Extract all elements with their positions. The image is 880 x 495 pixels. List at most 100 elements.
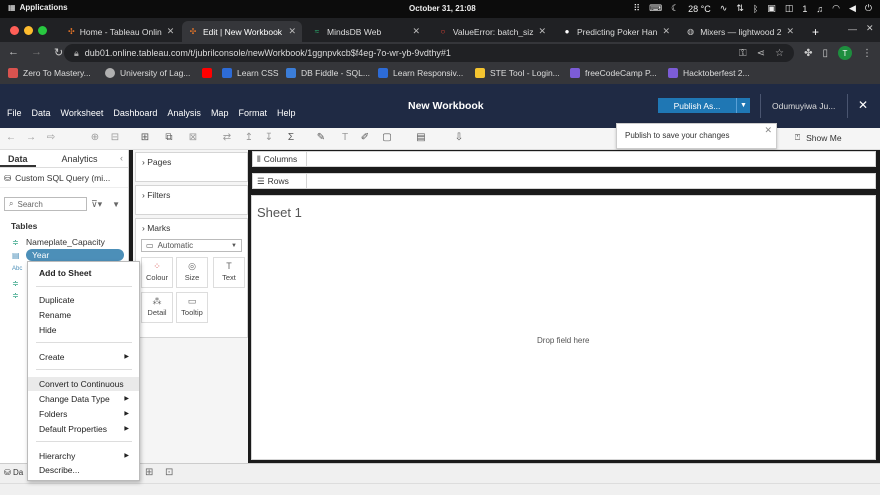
browser-tab-active[interactable]: ✣ Edit | New Workbook ✕ xyxy=(182,21,302,42)
marks-colour-button[interactable]: ⁘ Colour xyxy=(141,257,173,288)
bookmark-item[interactable]: DB Fiddle - SQL... xyxy=(286,68,370,78)
applications-menu[interactable]: ▦ Applications xyxy=(8,3,68,12)
grid-icon[interactable]: ⠿ xyxy=(634,3,641,14)
volume-icon[interactable]: ◀ xyxy=(849,3,856,14)
rows-shelf[interactable]: ☰ Rows xyxy=(252,173,876,189)
sidebar-icon[interactable]: ▯ xyxy=(822,48,828,59)
filters-card[interactable]: › Filters xyxy=(135,185,248,215)
data-source-tab[interactable]: ⛁ Da xyxy=(4,468,23,477)
new-worksheet-icon[interactable]: ⊞ xyxy=(138,132,152,144)
new-dashboard-icon[interactable]: ⊡ xyxy=(165,467,173,478)
menu-convert-to-continuous[interactable]: Convert to Continuous xyxy=(28,377,139,391)
fit-icon[interactable]: ▢ xyxy=(380,132,394,144)
close-window-button[interactable] xyxy=(10,26,19,35)
close-icon[interactable]: ✕ xyxy=(866,23,874,34)
annotate-icon[interactable]: ✐ xyxy=(358,132,372,144)
data-source[interactable]: ⛁ Custom SQL Query (mi... xyxy=(0,168,128,188)
menu-describe[interactable]: Describe... xyxy=(28,463,139,477)
menu-dots-icon[interactable]: ⋮ xyxy=(862,48,872,59)
field-nameplate-capacity[interactable]: ≑ Nameplate_Capacity xyxy=(12,236,105,248)
close-tab-icon[interactable]: ✕ xyxy=(412,26,420,37)
menu-hierarchy[interactable]: Hierarchy ▶ xyxy=(28,449,139,463)
marks-tooltip-button[interactable]: ▭ Tooltip xyxy=(176,292,208,323)
mark-type-select[interactable]: ▭ Automatic ▼ xyxy=(141,239,242,252)
browser-tab[interactable]: ● Predicting Poker Han ✕ xyxy=(556,21,676,42)
marks-detail-button[interactable]: ⁂ Detail xyxy=(141,292,173,323)
bookmark-item[interactable]: Zero To Mastery... xyxy=(8,68,91,78)
notification-icon[interactable]: ◫ xyxy=(785,3,794,14)
menu-create[interactable]: Create ▶ xyxy=(28,350,139,364)
menu-map[interactable]: Map xyxy=(211,108,229,118)
temperature[interactable]: 28 °C xyxy=(688,4,711,14)
totals-icon[interactable]: Σ xyxy=(284,132,298,144)
close-tab-icon[interactable]: ✕ xyxy=(288,26,296,37)
chevron-down-icon[interactable]: ▼ xyxy=(112,200,120,209)
wifi-icon[interactable]: ◠ xyxy=(832,3,840,14)
labels-icon[interactable]: T xyxy=(338,132,352,144)
field-measure[interactable]: ≑ xyxy=(12,277,20,289)
maximize-window-button[interactable] xyxy=(38,26,47,35)
tab-analytics[interactable]: Analytics xyxy=(54,150,106,167)
bluetooth-icon[interactable]: ᛒ xyxy=(753,4,758,14)
new-datasource-icon[interactable]: ⊕ xyxy=(88,132,102,144)
menu-folders[interactable]: Folders ▶ xyxy=(28,407,139,421)
menu-dashboard[interactable]: Dashboard xyxy=(113,108,157,118)
pages-card[interactable]: › Pages xyxy=(135,152,248,182)
chevron-down-icon[interactable]: ▼ xyxy=(736,98,750,113)
weather-icon[interactable]: ☾ xyxy=(671,3,679,14)
bookmark-item[interactable]: Learn CSS xyxy=(222,68,279,78)
swap-icon[interactable]: ⇄ xyxy=(220,132,234,144)
presentation-icon[interactable]: ▤ xyxy=(414,132,428,144)
menu-data[interactable]: Data xyxy=(32,108,51,118)
field-measure[interactable]: ≑ xyxy=(12,289,20,301)
clipboard-icon[interactable]: ▣ xyxy=(767,3,776,14)
menu-duplicate[interactable]: Duplicate xyxy=(28,293,139,307)
field-string[interactable]: Abc xyxy=(12,263,22,275)
back-icon[interactable]: ← xyxy=(8,46,19,59)
pause-updates-icon[interactable]: ⊟ xyxy=(108,132,122,144)
keyboard-icon[interactable]: ⌨ xyxy=(649,3,662,14)
menu-format[interactable]: Format xyxy=(238,108,267,118)
menu-add-to-sheet[interactable]: Add to Sheet xyxy=(28,266,139,280)
columns-shelf[interactable]: ⦀ Columns xyxy=(252,151,876,167)
network-icon[interactable]: ⇅ xyxy=(736,3,744,14)
download-icon[interactable]: ⇩ xyxy=(452,132,466,144)
power-icon[interactable]: ⏻ xyxy=(865,3,872,14)
clear-icon[interactable]: ⊠ xyxy=(186,132,200,144)
browser-tab[interactable]: ◍ Mixers — lightwood 2 ✕ xyxy=(680,21,800,42)
minimize-window-button[interactable] xyxy=(24,26,33,35)
sort-desc-icon[interactable]: ↧ xyxy=(262,132,276,144)
filter-icon[interactable]: ⊽▾ xyxy=(91,199,102,210)
music-icon[interactable]: ♫ xyxy=(816,4,823,14)
url-field[interactable]: 🔒︎ dub01.online.tableau.com/t/jubrilcons… xyxy=(64,44,794,62)
highlight-icon[interactable]: ✎ xyxy=(314,132,328,144)
bookmark-item[interactable]: freeCodeCamp P... xyxy=(570,68,657,78)
search-input[interactable]: ⌕ Search xyxy=(4,197,87,211)
bookmark-item[interactable]: Hacktoberfest 2... xyxy=(668,68,750,78)
reload-icon[interactable]: ↻ xyxy=(54,46,63,59)
close-icon[interactable]: ✕ xyxy=(764,125,772,136)
close-tab-icon[interactable]: ✕ xyxy=(167,26,175,37)
activity-icon[interactable]: ∿ xyxy=(720,3,728,14)
marks-size-button[interactable]: ◎ Size xyxy=(176,257,208,288)
menu-default-properties[interactable]: Default Properties ▶ xyxy=(28,422,139,436)
menu-worksheet[interactable]: Worksheet xyxy=(61,108,104,118)
share-icon[interactable]: ⋖ xyxy=(757,48,765,59)
key-icon[interactable]: ⚿ xyxy=(739,48,747,59)
menu-file[interactable]: File xyxy=(7,108,22,118)
clock[interactable]: October 31, 21:08 xyxy=(409,4,476,13)
menu-rename[interactable]: Rename xyxy=(28,308,139,322)
bookmark-item[interactable]: STE Tool - Login... xyxy=(475,68,560,78)
menu-analysis[interactable]: Analysis xyxy=(167,108,201,118)
tab-data[interactable]: Data xyxy=(0,150,36,167)
sheet-title[interactable]: Sheet 1 xyxy=(257,205,302,220)
bookmark-item[interactable] xyxy=(202,68,212,78)
new-worksheet-icon[interactable]: ⊞ xyxy=(145,467,153,478)
redo-icon[interactable]: → xyxy=(24,132,38,144)
undo-icon[interactable]: ← xyxy=(4,132,18,144)
browser-tab[interactable]: ≈ MindsDB Web ✕ xyxy=(306,21,426,42)
browser-tab[interactable]: ✣ Home - Tableau Onlin ✕ xyxy=(62,21,180,42)
bookmark-item[interactable]: Learn Responsiv... xyxy=(378,68,463,78)
replay-icon[interactable]: ⇨ xyxy=(44,132,58,144)
workbook-title[interactable]: New Workbook xyxy=(408,100,484,112)
